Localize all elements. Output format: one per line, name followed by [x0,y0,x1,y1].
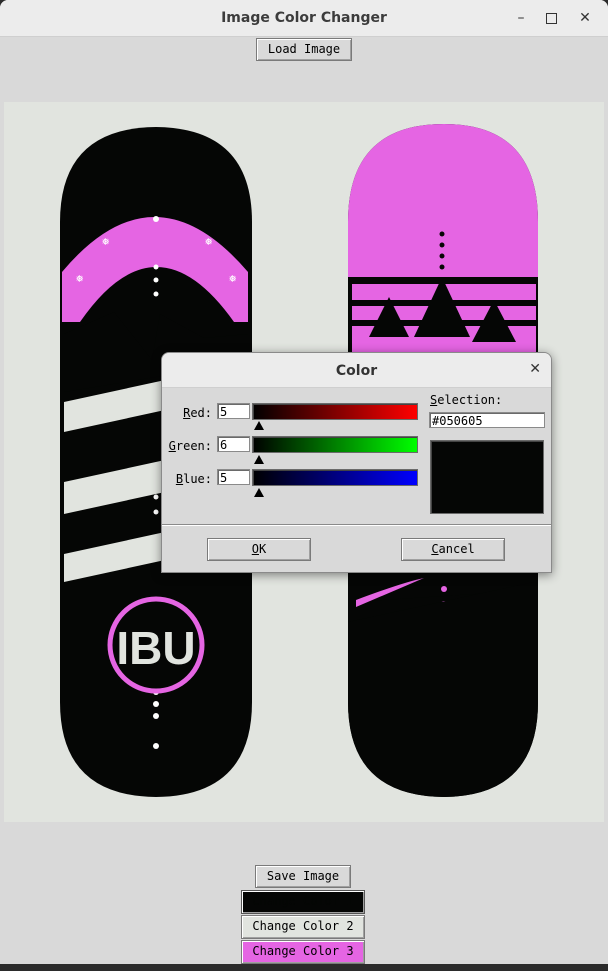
red-slider[interactable] [252,403,418,420]
maximize-icon[interactable] [542,9,560,27]
snowflake-icon: ❅ [102,234,109,248]
green-slider[interactable] [252,436,418,453]
dialog-separator [162,524,551,526]
save-image-button[interactable]: Save Image [255,865,351,888]
snowflake-icon: ❅ [76,271,83,285]
blue-slider-handle[interactable] [254,488,264,497]
selection-input[interactable]: #050605 [429,412,545,428]
green-label: Green: [168,439,212,453]
cancel-button[interactable]: Cancel [401,538,505,561]
snowflake-icon: ❅ [229,271,236,285]
red-value-input[interactable]: 5 [217,403,250,419]
ok-button[interactable]: OK [207,538,311,561]
dialog-title-bar: Color ✕ [162,353,551,388]
blue-slider[interactable] [252,469,418,486]
selection-label: Selection: [430,393,503,407]
change-color-3-button[interactable]: Change Color 3 [241,940,365,964]
green-value-input[interactable]: 6 [217,436,250,452]
red-slider-handle[interactable] [254,421,264,430]
title-bar: Image Color Changer – ✕ [0,0,608,37]
blue-label: Blue: [175,472,212,486]
color-preview-swatch [430,440,544,514]
color-dialog: Color ✕ Red: 5 Green: 6 Blue: 5 Selectio… [161,352,552,573]
minimize-icon[interactable]: – [512,9,530,27]
snowflake-icon: ❅ [205,234,212,248]
change-color-1-button[interactable]: Change Color 1 [241,890,365,914]
dialog-title: Color [335,363,378,379]
close-icon[interactable]: ✕ [576,9,594,27]
change-color-2-button[interactable]: Change Color 2 [241,915,365,939]
load-image-button[interactable]: Load Image [256,38,352,61]
red-label: Red: [183,406,212,420]
close-icon[interactable]: ✕ [529,361,541,377]
blue-value-input[interactable]: 5 [217,469,250,485]
green-slider-handle[interactable] [254,455,264,464]
logo-text: IBU [116,622,195,674]
